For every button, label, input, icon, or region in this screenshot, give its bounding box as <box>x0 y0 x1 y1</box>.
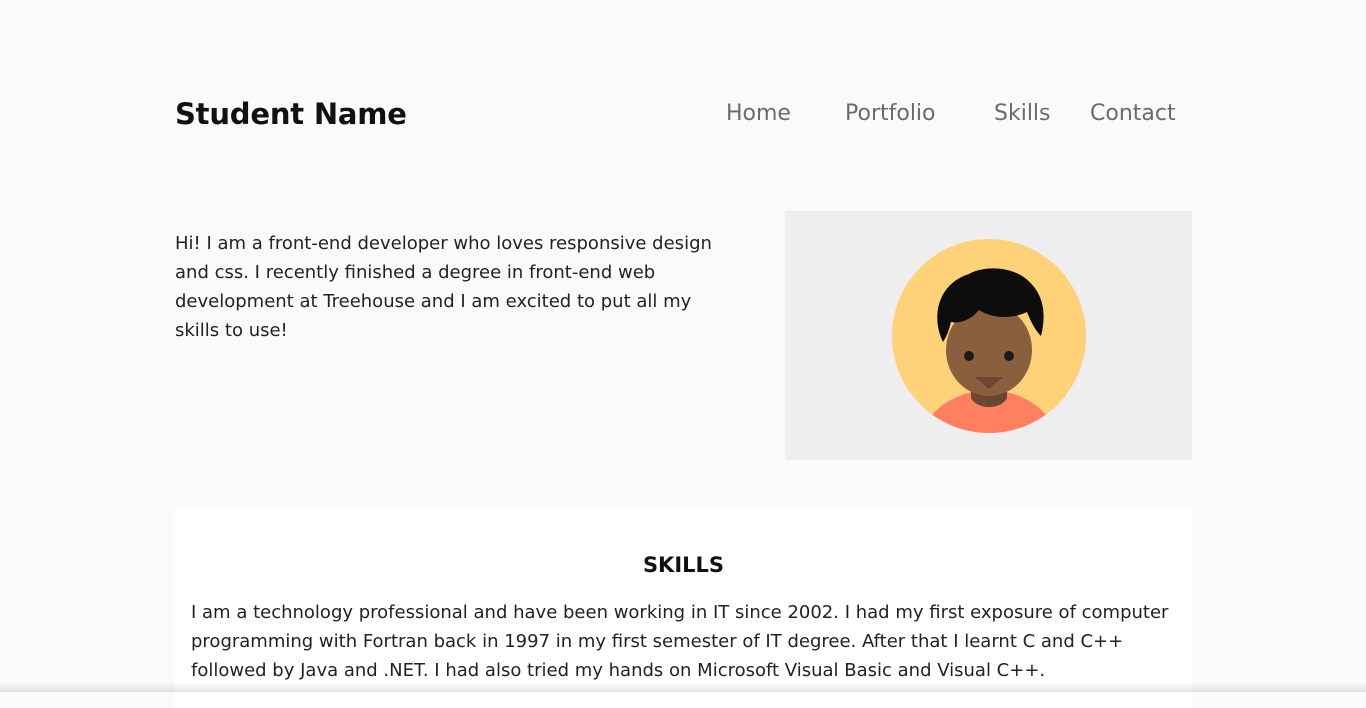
intro-text: Hi! I am a front-end developer who loves… <box>175 233 712 341</box>
nav-link-skills[interactable]: Skills <box>994 94 1051 134</box>
avatar-illustration-icon <box>892 239 1086 433</box>
nav-link-contact[interactable]: Contact <box>1090 94 1176 134</box>
skills-section: SKILLS I am a technology professional an… <box>175 508 1192 708</box>
avatar-frame <box>785 211 1192 460</box>
avatar-right-eye <box>1004 351 1014 361</box>
skills-heading: SKILLS <box>642 553 725 577</box>
bottom-edge-shadow <box>0 682 1366 692</box>
nav-link-portfolio[interactable]: Portfolio <box>845 94 936 134</box>
page-container: Student Name Home Portfolio Skills Conta… <box>175 0 1192 708</box>
skills-description: I am a technology professional and have … <box>191 602 1169 681</box>
site-header: Student Name Home Portfolio Skills Conta… <box>175 94 1192 134</box>
avatar-left-eye <box>964 351 974 361</box>
site-brand[interactable]: Student Name <box>175 94 407 134</box>
nav-link-home[interactable]: Home <box>726 94 791 134</box>
